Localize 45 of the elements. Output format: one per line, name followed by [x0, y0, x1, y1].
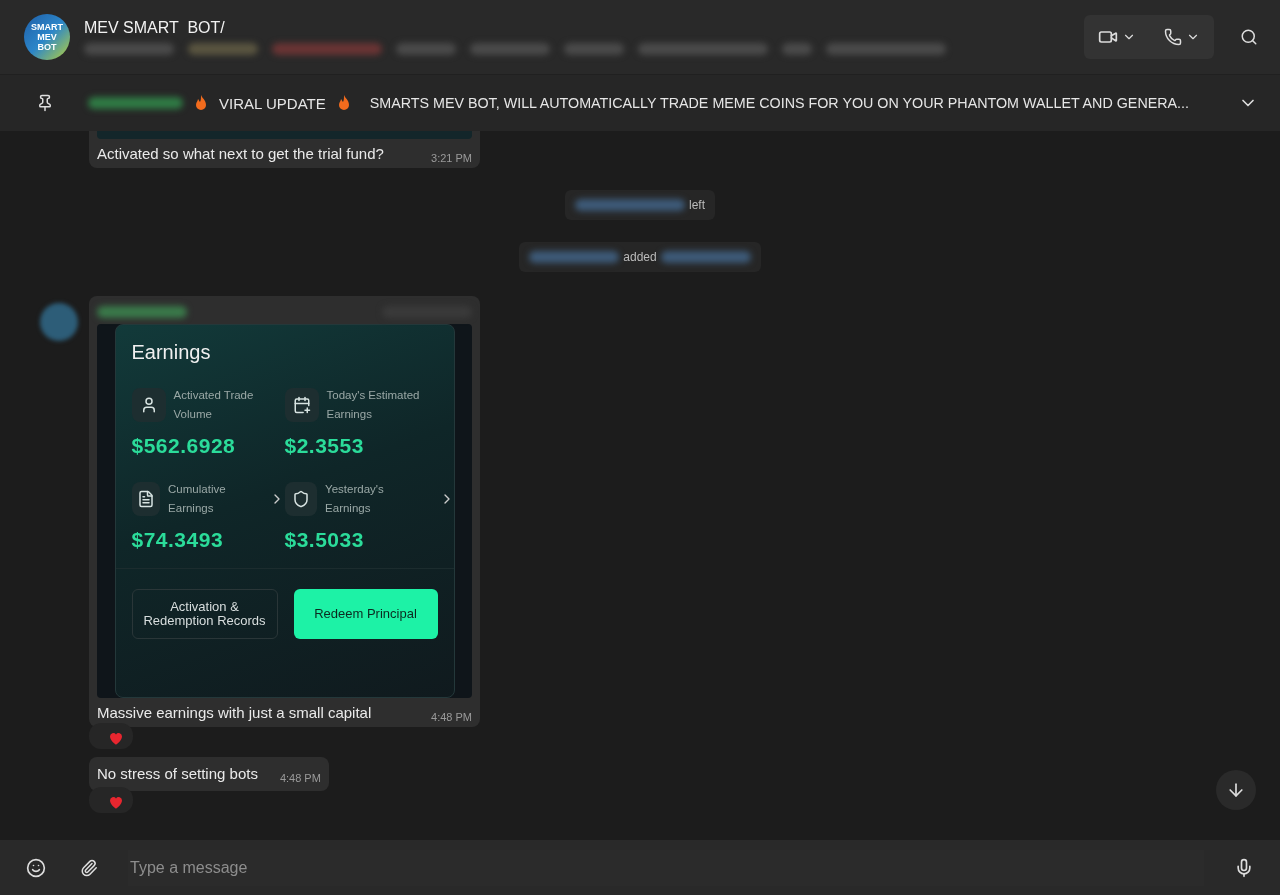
search-icon [1240, 28, 1258, 46]
stat-value: $2.3553 [284, 434, 365, 458]
pinned-message-bar[interactable]: VIRAL UPDATE SMARTS MEV BOT, WILL AUTOMATICALLY TRADE MEME COINS FOR YOU ON YOUR PHANTOM WALLET AND GENERA... [0, 75, 1280, 131]
message-time: 3:21 PM [431, 152, 472, 164]
message-time: 4:48 PM [279, 772, 321, 784]
stat-label: Activated Trade Volume [173, 388, 255, 422]
blurred-text [188, 43, 258, 55]
pin-icon [36, 94, 54, 112]
reaction-badge[interactable] [89, 787, 133, 813]
stat-label: Today's Estimated Earnings [326, 388, 421, 422]
stat-value: $74.3493 [131, 528, 225, 552]
chat-title: MEV SMART BOT/ [84, 19, 226, 37]
pinned-headline: VIRAL UPDATE [219, 94, 326, 112]
logo-text: BOT [37, 42, 57, 52]
sender-avatar [40, 303, 78, 341]
paperclip-icon [80, 858, 98, 877]
system-text: left [689, 198, 705, 212]
fire-icon [193, 94, 209, 112]
logo-text: MEV [37, 32, 57, 42]
stat-label: Yesterday's Earnings [325, 482, 385, 516]
stat-value: $562.6928 [131, 434, 237, 458]
system-text: added [623, 250, 657, 264]
card-title: Earnings [131, 341, 212, 364]
stat-label: Cumulative Earnings [168, 482, 227, 516]
shield-icon-glyph [291, 490, 310, 508]
blurred-text [564, 43, 624, 55]
group-avatar-logo[interactable]: SMART MEV BOT [24, 14, 70, 60]
message-time: 4:48 PM [431, 711, 472, 723]
logo-text: SMART [31, 22, 63, 32]
message-text: Massive earnings with just a small capital [97, 704, 372, 721]
pinned-text: SMARTS MEV BOT, WILL AUTOMATICALLY TRADE MEME COINS FOR YOU ON YOUR PHANTOM WALLET AND GENERA... [369, 95, 1190, 111]
records-button[interactable]: Activation & Redemption Records [131, 589, 278, 639]
blurred-text [782, 43, 812, 55]
redeem-button[interactable]: Redeem Principal [293, 589, 438, 639]
blurred-text [396, 43, 456, 55]
message-text: No stress of setting bots [97, 765, 258, 782]
calendar-icon-glyph [292, 396, 311, 414]
emoji-icon [26, 857, 46, 878]
microphone-icon [1234, 857, 1254, 878]
reaction-badge[interactable] [89, 723, 133, 749]
scroll-down-button[interactable] [1216, 770, 1256, 810]
document-icon-glyph [136, 490, 155, 508]
phone-icon [1164, 28, 1182, 46]
stat-value: $3.5033 [284, 528, 365, 552]
message-text: Activated so what next to get the trial fund? [97, 145, 384, 162]
